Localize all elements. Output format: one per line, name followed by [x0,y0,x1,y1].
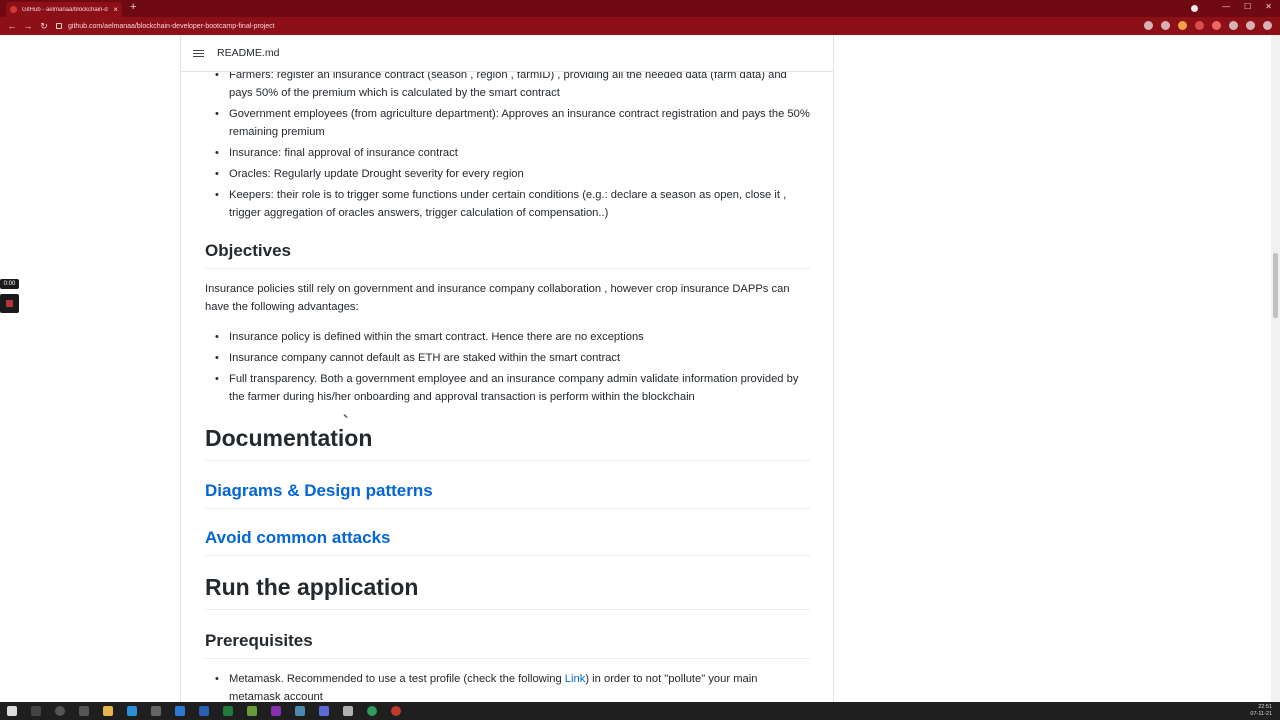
readme-header: README.md [181,35,833,72]
mouse-cursor-icon: ⬉ [343,414,349,420]
clock-date: 07-11-21 [1250,711,1272,717]
address-bar[interactable]: github.com/aelmanaa/blockchain-developer… [56,19,1136,33]
menu-kebab-icon[interactable] [1263,21,1272,30]
readme-container: README.md Farmers: register an insurance… [180,35,834,702]
list-item: Insurance company cannot default as ETH … [205,349,810,367]
stop-icon [6,300,13,307]
metamask-profile-link[interactable]: Link [565,673,586,685]
lock-icon [56,23,62,29]
excel-icon[interactable] [223,706,233,716]
word-icon[interactable] [199,706,209,716]
browser-tab-bar: GitHub - aelmanaa/blockchain-d × + — ☐ ✕ [0,0,1280,17]
terminal-icon[interactable] [151,706,161,716]
list-item: Insurance policy is defined within the s… [205,328,810,346]
url-text: github.com/aelmanaa/blockchain-developer… [68,22,275,30]
close-window-icon[interactable]: ✕ [1265,2,1272,12]
scrollbar-thumb[interactable] [1273,253,1278,318]
zoom-icon[interactable] [1144,21,1153,30]
taskbar-clock[interactable]: 22:51 07-11-21 [1250,704,1272,718]
windows-start-icon[interactable] [7,706,17,716]
profile-avatar-icon[interactable] [1246,21,1255,30]
objectives-heading: Objectives [205,241,810,269]
diagrams-heading: Diagrams & Design patterns [205,481,810,509]
edge-icon[interactable] [127,706,137,716]
diagrams-link[interactable]: Diagrams & Design patterns [205,481,433,500]
app-icon[interactable] [247,706,257,716]
back-button[interactable]: ← [4,21,20,31]
window-controls: — ☐ ✕ [1191,2,1272,12]
chrome-profile-icon[interactable] [391,706,401,716]
tab-title: GitHub - aelmanaa/blockchain-d [22,6,108,13]
windows-taskbar: 22:51 07-11-21 [0,702,1280,720]
maximize-icon[interactable]: ☐ [1244,2,1251,12]
puzzle-extensions-icon[interactable] [1229,21,1238,30]
page-viewport: README.md Farmers: register an insurance… [0,35,1280,702]
page-scrollbar[interactable] [1271,35,1280,702]
prerequisites-heading: Prerequisites [205,631,810,659]
tab-close-button[interactable]: × [113,5,118,14]
browser-tab[interactable]: GitHub - aelmanaa/blockchain-d × [6,2,122,17]
extensions-area [1144,21,1272,30]
recording-timer: 0:00 [0,279,19,289]
metamask-extension-icon[interactable] [1178,21,1187,30]
github-favicon-icon [10,6,17,13]
file-explorer-icon[interactable] [103,706,113,716]
metamask-text-pre: Metamask. Recommended to use a test prof… [229,673,565,685]
table-of-contents-icon[interactable] [193,49,204,57]
list-item: Government employees (from agriculture d… [205,105,810,141]
extension-icon-2[interactable] [1212,21,1221,30]
record-indicator-icon [1191,5,1199,12]
vscode-icon[interactable] [175,706,185,716]
bookmark-star-icon[interactable] [1161,21,1170,30]
app-icon-3[interactable] [343,706,353,716]
new-tab-button[interactable]: + [130,1,136,13]
list-item: Keepers: their role is to trigger some f… [205,186,810,222]
browser-toolbar: ← → ↻ github.com/aelmanaa/blockchain-dev… [0,17,1280,35]
onenote-icon[interactable] [271,706,281,716]
search-icon[interactable] [31,706,41,716]
reload-button[interactable]: ↻ [36,21,52,32]
attacks-heading: Avoid common attacks [205,528,810,556]
documentation-heading: Documentation [205,425,810,461]
readme-title: README.md [217,47,280,59]
minimize-icon[interactable]: — [1222,2,1230,12]
stop-recording-button[interactable] [0,294,19,313]
discord-icon[interactable] [319,706,329,716]
list-item: Metamask. Recommended to use a test prof… [205,670,810,702]
list-item: Oracles: Regularly update Drought severi… [205,165,810,183]
extension-icon[interactable] [1195,21,1204,30]
list-item: Insurance: final approval of insurance c… [205,144,810,162]
clock-time: 22:51 [1258,704,1272,710]
list-item: Full transparency. Both a government emp… [205,370,810,406]
avoid-attacks-link[interactable]: Avoid common attacks [205,528,390,547]
cortana-icon[interactable] [55,706,65,716]
task-view-icon[interactable] [79,706,89,716]
objectives-intro: Insurance policies still rely on governm… [205,283,790,313]
forward-button[interactable]: → [20,21,36,31]
chrome-icon[interactable] [367,706,377,716]
run-application-heading: Run the application [205,574,810,610]
app-icon-2[interactable] [295,706,305,716]
